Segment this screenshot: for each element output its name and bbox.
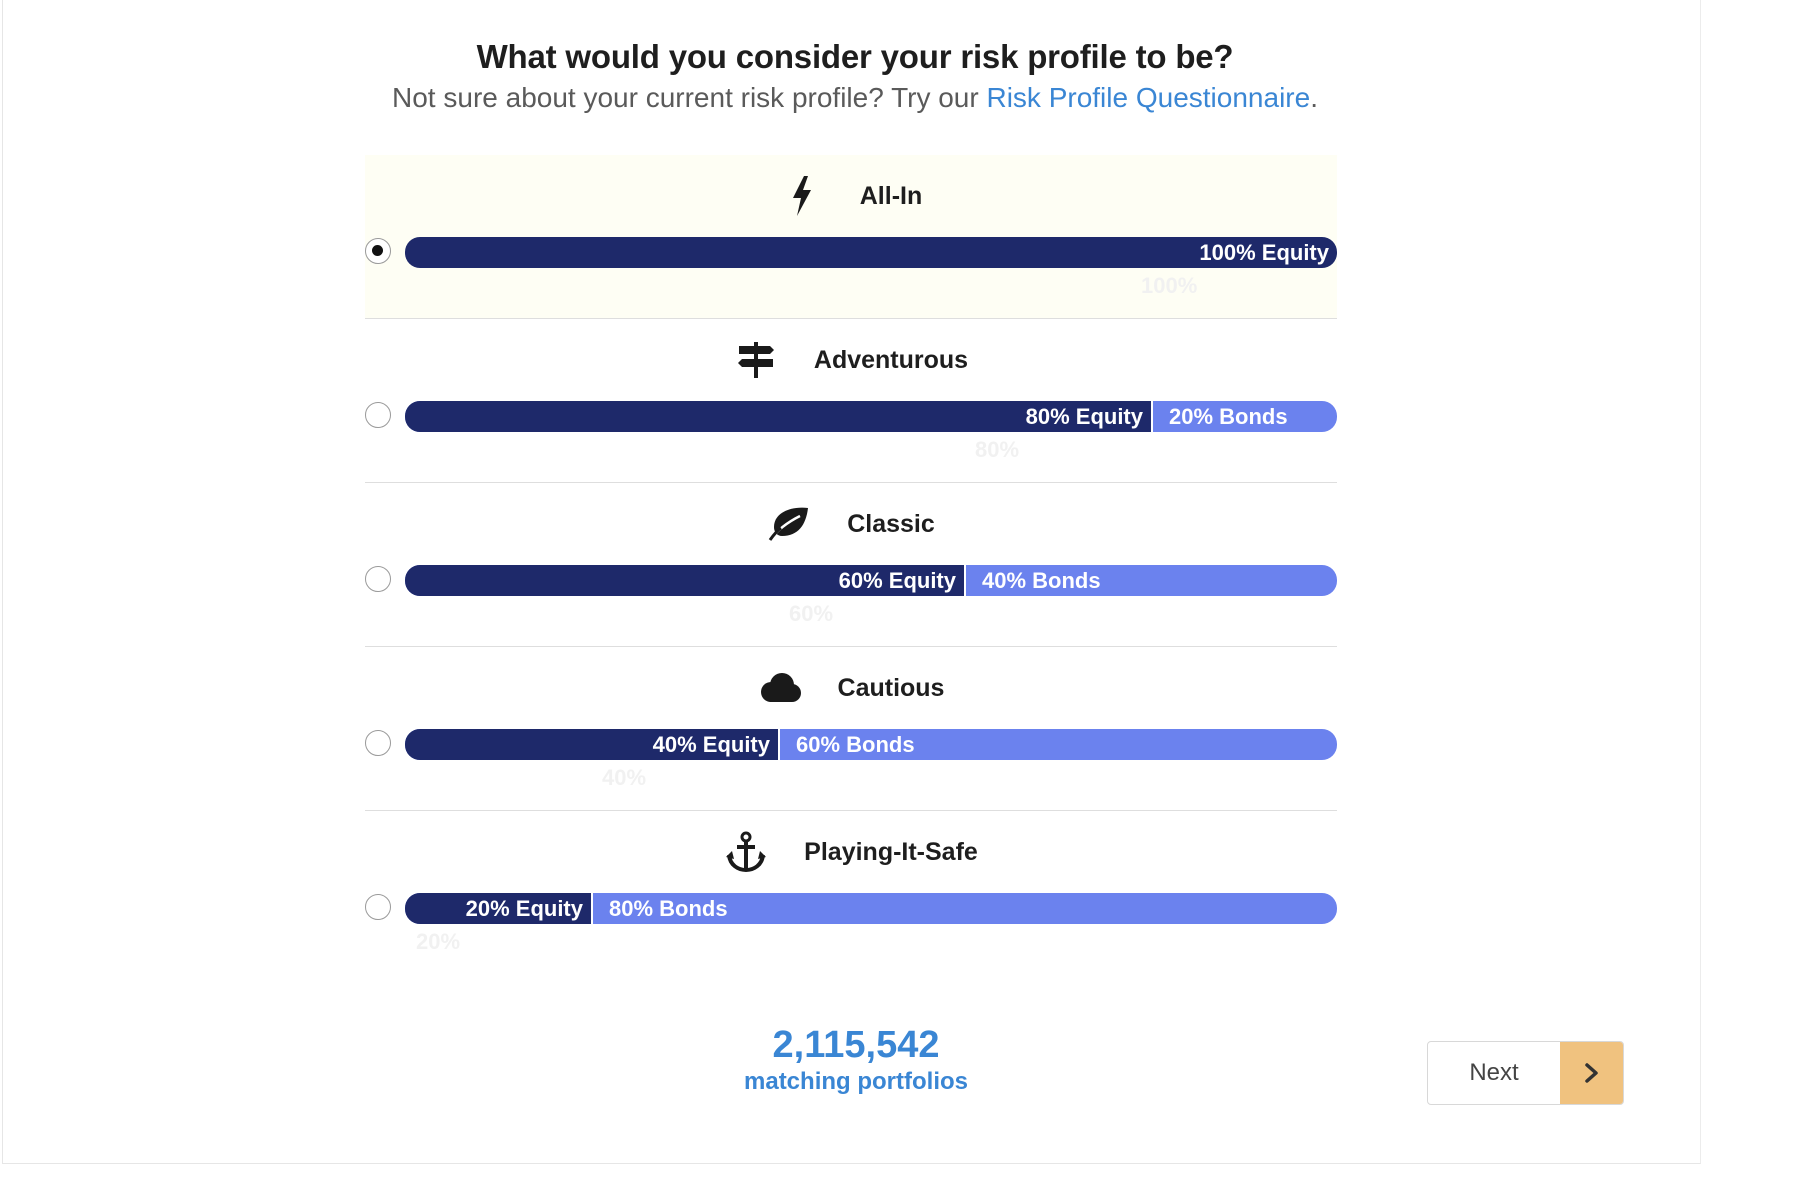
- option-header: Adventurous: [365, 337, 1337, 383]
- page-title: What would you consider your risk profil…: [476, 38, 1234, 75]
- option-radio[interactable]: [365, 402, 391, 428]
- option-name: Cautious: [837, 673, 945, 702]
- option-all-in[interactable]: All-In 100% Equity 100%: [365, 155, 1337, 319]
- option-header: All-In: [365, 173, 1337, 219]
- bonds-segment: 40% Bonds: [964, 565, 1101, 596]
- equity-segment: 100% Equity: [405, 237, 1337, 268]
- signpost-icon: [734, 338, 778, 382]
- option-classic[interactable]: Classic 60% Equity 40% Bonds 60%: [365, 483, 1337, 647]
- equity-segment: 80% Equity: [405, 401, 1151, 432]
- option-radio[interactable]: [365, 894, 391, 920]
- subtitle-text: Not sure about your current risk profile…: [392, 82, 979, 113]
- risk-questionnaire-link[interactable]: Risk Profile Questionnaire: [986, 82, 1310, 113]
- bonds-segment: 80% Bonds: [591, 893, 728, 924]
- next-button[interactable]: Next: [1427, 1041, 1624, 1105]
- ghost-percent: 40%: [602, 765, 647, 790]
- allocation-bar: 100% Equity: [405, 237, 1337, 268]
- allocation-bar: 80% Equity 20% Bonds: [405, 401, 1337, 432]
- equity-segment: 40% Equity: [405, 729, 778, 760]
- option-name: Playing-It-Safe: [804, 837, 978, 866]
- option-header: Cautious: [365, 665, 1337, 711]
- equity-segment: 20% Equity: [405, 893, 591, 924]
- allocation-bar: 20% Equity 80% Bonds: [405, 893, 1337, 924]
- cloud-icon: [758, 666, 802, 710]
- equity-segment: 60% Equity: [405, 565, 964, 596]
- anchor-icon: [724, 830, 768, 874]
- leaf-icon: [767, 502, 811, 546]
- option-header: Classic: [365, 501, 1337, 547]
- allocation-bar: 60% Equity 40% Bonds: [405, 565, 1337, 596]
- ghost-percent: 60%: [789, 601, 834, 626]
- chevron-right-icon: [1560, 1042, 1623, 1104]
- option-radio[interactable]: [365, 238, 391, 264]
- option-name: Classic: [847, 509, 935, 538]
- next-button-label: Next: [1469, 1059, 1519, 1086]
- ghost-percent: 80%: [975, 437, 1020, 462]
- option-header: Playing-It-Safe: [365, 829, 1337, 875]
- allocation-bar: 40% Equity 60% Bonds: [405, 729, 1337, 760]
- ghost-percent: 20%: [416, 929, 461, 954]
- option-radio[interactable]: [365, 730, 391, 756]
- option-radio[interactable]: [365, 566, 391, 592]
- option-cautious[interactable]: Cautious 40% Equity 60% Bonds 40%: [365, 647, 1337, 811]
- option-name: All-In: [859, 181, 923, 210]
- risk-profile-options: All-In 100% Equity 100% Adventurous 80% …: [365, 155, 1337, 975]
- bonds-segment: 60% Bonds: [778, 729, 915, 760]
- option-name: Adventurous: [813, 345, 969, 374]
- lightning-icon: [780, 174, 824, 218]
- subtitle-suffix: .: [1310, 82, 1318, 113]
- option-playing-it-safe[interactable]: Playing-It-Safe 20% Equity 80% Bonds 20%: [365, 811, 1337, 975]
- option-adventurous[interactable]: Adventurous 80% Equity 20% Bonds 80%: [365, 319, 1337, 483]
- page-subtitle: Not sure about your current risk profile…: [0, 82, 1710, 114]
- bonds-segment: 20% Bonds: [1151, 401, 1288, 432]
- radio-selected-dot: [372, 245, 383, 256]
- ghost-percent: 100%: [1141, 273, 1198, 298]
